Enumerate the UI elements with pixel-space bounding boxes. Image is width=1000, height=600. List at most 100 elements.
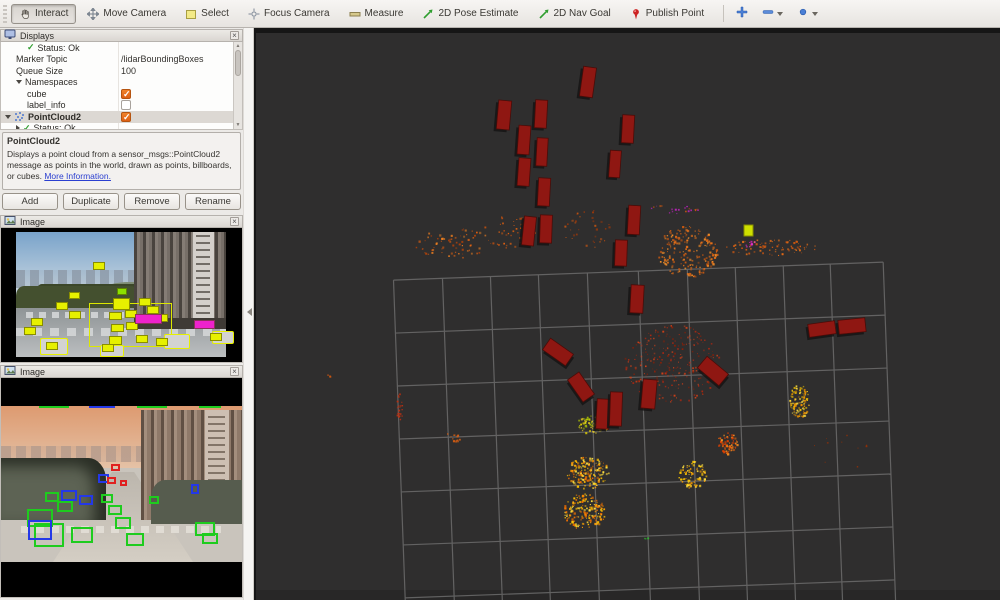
render-viewport[interactable] <box>254 28 1000 600</box>
close-icon[interactable]: × <box>230 31 239 40</box>
displays-panel: Displays × ✓Status: OkMarker Topic/lidar… <box>0 29 243 130</box>
toolbutton-remove-tool-icon[interactable] <box>758 2 787 26</box>
panel-splitter[interactable] <box>243 28 254 600</box>
tree-row-status-ok[interactable]: ✓Status: Ok <box>1 123 242 131</box>
detection-label <box>109 312 122 320</box>
tool-focus-camera[interactable]: Focus Camera <box>240 4 338 24</box>
tool-move-camera[interactable]: Move Camera <box>79 4 174 24</box>
detection-box <box>126 533 144 546</box>
collapse-arrow-icon[interactable] <box>247 308 252 316</box>
close-icon[interactable]: × <box>230 367 239 376</box>
pose-estimate-icon <box>422 8 434 20</box>
pointcloud-cluster <box>789 385 809 417</box>
tree-row-value: 100 <box>121 66 136 76</box>
expander-down-icon[interactable] <box>16 80 22 84</box>
ground-grid <box>393 262 897 600</box>
tool-2d-pose-estimate[interactable]: 2D Pose Estimate <box>414 4 526 24</box>
photo-day-scene <box>16 232 234 357</box>
lidar-bounding-box <box>537 215 553 246</box>
measure-icon <box>349 8 361 20</box>
tool-buttons: InteractMove CameraSelectFocus CameraMea… <box>11 4 715 24</box>
scroll-up-icon[interactable]: ▲ <box>234 43 242 49</box>
image2-titlebar[interactable]: Image × <box>0 365 243 378</box>
tree-row-label: label_info <box>27 100 66 110</box>
lidar-bounding-box <box>607 392 623 429</box>
displays-panel-title: Displays <box>20 31 226 41</box>
detection-box <box>107 477 116 484</box>
pointcloud-cluster <box>327 374 331 377</box>
detection-box <box>61 490 77 501</box>
displays-tree: ✓Status: OkMarker Topic/lidarBoundingBox… <box>0 42 243 130</box>
image-icon <box>4 215 16 228</box>
add-button[interactable]: Add <box>2 193 58 210</box>
lidar-bounding-box <box>494 100 512 133</box>
lidar-bounding-box <box>535 178 551 209</box>
tree-row-queue-size[interactable]: Queue Size 100 <box>1 65 242 77</box>
photo-detection-scene <box>1 406 243 562</box>
tree-row-cube[interactable]: cube <box>1 88 242 100</box>
tool-extra-buttons <box>732 2 828 26</box>
expander-down-icon[interactable] <box>5 115 11 119</box>
tree-row-marker-topic[interactable]: Marker Topic/lidarBoundingBoxes <box>1 54 242 66</box>
checkbox-label-info[interactable] <box>121 100 131 110</box>
image1-titlebar[interactable]: Image × <box>0 215 243 228</box>
displays-icon <box>4 29 16 42</box>
detection-label <box>156 338 168 346</box>
tool-measure[interactable]: Measure <box>341 4 412 24</box>
3d-scene[interactable] <box>256 33 1000 600</box>
left-panel-column: Displays × ✓Status: OkMarker Topic/lidar… <box>0 28 243 600</box>
lidar-bounding-box <box>514 157 531 188</box>
lidar-bounding-box <box>577 66 597 100</box>
detection-tick <box>89 406 115 408</box>
detection-label <box>135 314 162 324</box>
toolbutton-add-tool-icon[interactable] <box>732 2 752 26</box>
tree-row-label: cube <box>27 89 47 99</box>
tool-publish-point[interactable]: Publish Point <box>622 4 712 24</box>
lidar-bounding-box <box>533 138 548 169</box>
scrollbar-thumb[interactable] <box>235 50 241 76</box>
detection-label <box>31 318 43 326</box>
status-ok-icon: ✓ <box>23 124 31 130</box>
close-icon[interactable]: × <box>230 217 239 226</box>
detection-box <box>108 505 122 515</box>
tool-interact[interactable]: Interact <box>11 4 76 24</box>
expander-right-icon[interactable] <box>16 125 20 130</box>
detection-tick <box>137 406 167 408</box>
more-information-link[interactable]: More Information. <box>44 171 111 181</box>
camera-image-day <box>0 228 243 363</box>
tool-properties-icon <box>797 5 809 23</box>
detection-label <box>136 335 148 343</box>
lidar-bounding-box <box>627 285 644 316</box>
scroll-down-icon[interactable]: ▼ <box>234 122 242 128</box>
toolbutton-tool-properties-icon[interactable] <box>793 2 822 26</box>
tree-row-status-ok[interactable]: ✓Status: Ok <box>1 42 242 54</box>
tool-2d-nav-goal[interactable]: 2D Nav Goal <box>530 4 619 24</box>
checkbox-cube[interactable] <box>121 89 131 99</box>
remove-button[interactable]: Remove <box>124 193 180 210</box>
camera-image-detection <box>0 378 243 598</box>
tree-scrollbar[interactable]: ▲ ▼ <box>233 42 242 129</box>
rename-button[interactable]: Rename <box>185 193 241 210</box>
focus-camera-icon <box>248 8 260 20</box>
detection-tick <box>199 406 221 408</box>
pointcloud-cluster <box>416 228 487 258</box>
tree-row-label: Queue Size <box>16 66 63 76</box>
tree-row-namespaces[interactable]: Namespaces <box>1 77 242 89</box>
tree-row-label-info[interactable]: label_info <box>1 100 242 112</box>
duplicate-button[interactable]: Duplicate <box>63 193 119 210</box>
detection-box <box>57 501 73 512</box>
lidar-bounding-box <box>805 321 836 340</box>
pointcloud-cluster <box>644 537 649 539</box>
detection-box <box>28 520 52 540</box>
detection-box <box>111 464 120 471</box>
checkbox-pointcloud2[interactable] <box>121 112 131 122</box>
image1-title: Image <box>20 217 226 227</box>
detection-label <box>113 298 130 310</box>
tool-select[interactable]: Select <box>177 4 237 24</box>
toolbar-grip[interactable] <box>3 5 7 23</box>
tool-label: 2D Nav Goal <box>554 8 611 19</box>
tree-row-pointcloud2[interactable]: PointCloud2 <box>1 111 242 123</box>
displays-panel-titlebar[interactable]: Displays × <box>0 29 243 42</box>
detection-box <box>115 517 131 529</box>
trees-left <box>1 458 106 520</box>
